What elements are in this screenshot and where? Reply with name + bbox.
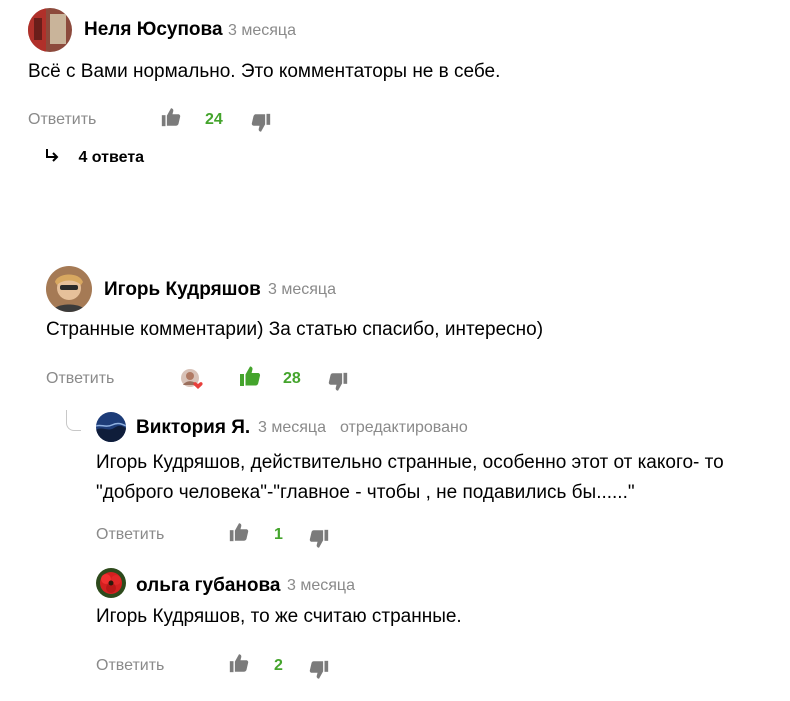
comment-text-line: Игорь Кудряшов, действительно странные, …	[96, 452, 724, 473]
reply-arrow-icon	[46, 149, 59, 162]
comment-time: 3 месяца	[228, 22, 296, 39]
like-count: 28	[283, 370, 301, 387]
like-icon[interactable]	[228, 521, 250, 543]
liked-by-avatar[interactable]	[180, 367, 204, 391]
reply-button[interactable]: Ответить	[96, 526, 164, 544]
like-count: 2	[274, 657, 283, 674]
replies-toggle-label: 4 ответа	[78, 149, 145, 166]
reply-button[interactable]: Ответить	[46, 370, 114, 388]
comment-text-line: "доброго человека"-"главное - чтобы , не…	[96, 482, 635, 503]
comment-text: Всё с Вами нормально. Это комментаторы н…	[28, 61, 501, 82]
dislike-icon[interactable]	[308, 528, 330, 550]
like-icon[interactable]	[228, 652, 250, 674]
dislike-icon[interactable]	[308, 659, 330, 681]
edited-label: отредактировано	[340, 419, 468, 436]
dislike-icon[interactable]	[327, 371, 349, 393]
avatar[interactable]	[46, 266, 92, 312]
reply-button[interactable]: Ответить	[28, 111, 96, 129]
comment-time: 3 месяца	[287, 577, 355, 594]
like-count: 1	[274, 526, 283, 543]
like-count: 24	[205, 111, 223, 128]
avatar[interactable]	[96, 412, 126, 442]
comment-author[interactable]: ольга губанова	[136, 575, 281, 597]
comment-author[interactable]: Игорь Кудряшов	[104, 279, 261, 301]
comment-author[interactable]: Виктория Я.	[136, 417, 250, 439]
avatar[interactable]	[96, 568, 126, 598]
comment-author[interactable]: Неля Юсупова	[84, 19, 223, 41]
replies-toggle[interactable]: 4 ответа	[44, 148, 144, 167]
avatar[interactable]	[28, 8, 72, 52]
dislike-icon[interactable]	[250, 112, 272, 134]
comment-text: Странные комментарии) За статью спасибо,…	[46, 319, 544, 340]
comment-time: 3 месяца	[258, 419, 326, 436]
like-icon[interactable]	[160, 106, 182, 128]
thread-connector	[66, 410, 81, 431]
like-icon[interactable]	[238, 364, 262, 388]
comment-text: Игорь Кудряшов, то же считаю странные.	[96, 606, 462, 627]
comment-time: 3 месяца	[268, 281, 336, 298]
reply-button[interactable]: Ответить	[96, 657, 164, 675]
